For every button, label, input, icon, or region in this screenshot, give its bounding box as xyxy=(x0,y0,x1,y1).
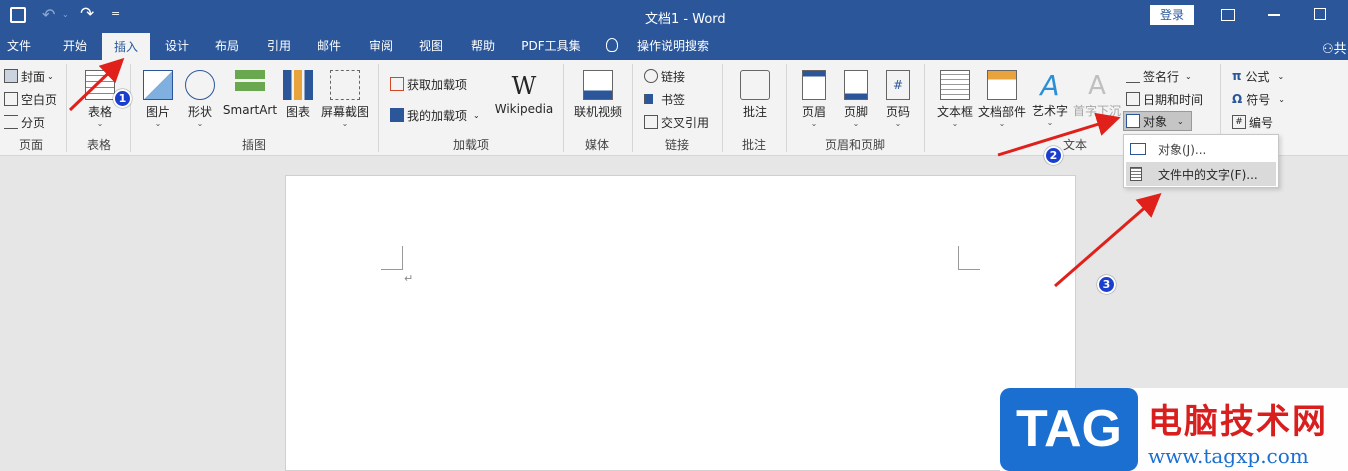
watermark-url: www.tagxp.com xyxy=(1148,444,1309,468)
step-badge-1: 1 xyxy=(113,89,132,108)
step-badge-3: 3 xyxy=(1097,275,1116,294)
arrow-annotation-1 xyxy=(68,57,125,112)
arrow-annotation-3 xyxy=(1054,193,1162,288)
watermark-title: 电脑技术网 xyxy=(1148,402,1328,442)
watermark: TAG 电脑技术网 www.tagxp.com xyxy=(1000,388,1348,471)
watermark-logo: TAG xyxy=(1000,388,1138,471)
step-badge-2: 2 xyxy=(1044,146,1063,165)
